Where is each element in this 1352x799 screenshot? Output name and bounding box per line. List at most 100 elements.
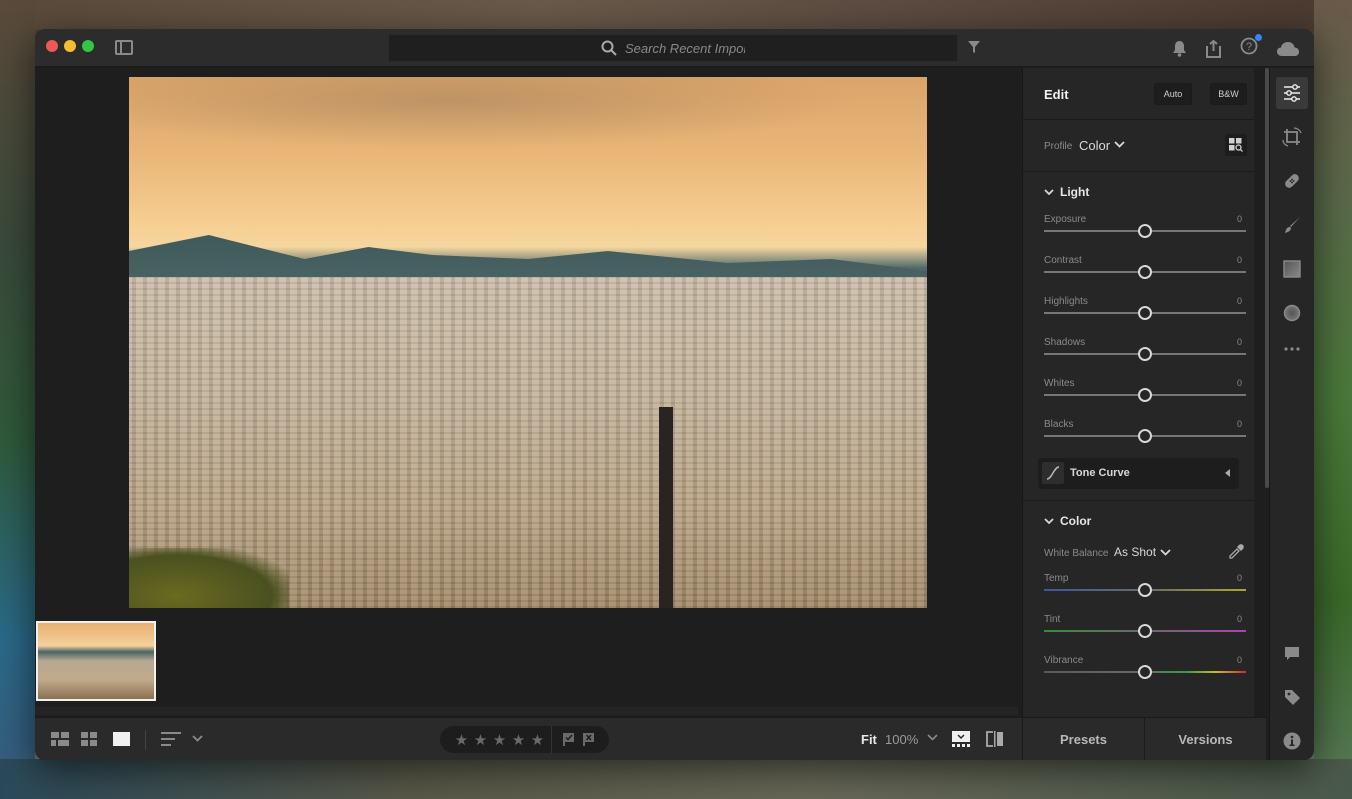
desktop-wallpaper-right (1314, 0, 1352, 799)
profile-browser-icon (1229, 138, 1243, 152)
square-grid-icon[interactable] (51, 732, 69, 746)
presets-tab[interactable]: Presets (1023, 718, 1144, 760)
slider-value[interactable]: 0 (1237, 614, 1242, 624)
slider-thumb[interactable] (1138, 388, 1152, 402)
top-right-toolbar: ? (1172, 34, 1300, 60)
star-1[interactable]: ★ (452, 731, 471, 749)
more-tools[interactable] (1276, 333, 1308, 365)
keywords-tool[interactable] (1276, 681, 1308, 713)
info-icon (1283, 732, 1301, 750)
sidebar-icon[interactable] (115, 40, 133, 55)
crop-icon (1282, 127, 1302, 147)
expand-arrow-icon (1225, 469, 1230, 477)
profile-row: Profile Color (1023, 120, 1254, 172)
pick-flag-icon[interactable] (558, 733, 578, 746)
star-3[interactable]: ★ (490, 731, 509, 749)
tone-curve-button[interactable]: Tone Curve (1038, 458, 1239, 489)
color-section-header[interactable]: Color (1023, 501, 1254, 541)
filmstrip (35, 619, 1022, 717)
share-icon[interactable] (1205, 39, 1222, 58)
slider-value[interactable]: 0 (1237, 573, 1242, 583)
profile-dropdown[interactable]: Color (1079, 138, 1110, 153)
compare-icon[interactable] (986, 731, 1004, 747)
bell-icon[interactable] (1172, 40, 1187, 57)
sort-icon[interactable] (161, 732, 181, 746)
slider-label: Highlights (1044, 296, 1088, 307)
slider-value[interactable]: 0 (1237, 419, 1242, 429)
filmstrip-icon[interactable] (952, 731, 970, 747)
star-4[interactable]: ★ (509, 731, 528, 749)
reject-flag-icon[interactable] (578, 733, 598, 746)
white-balance-label: White Balance (1044, 548, 1109, 559)
filmstrip-thumbnail[interactable] (36, 621, 156, 701)
slider-tint: Tint 0 (1023, 612, 1254, 653)
slider-label: Whites (1044, 378, 1075, 389)
light-sliders: Exposure 0 Contrast 0 Highlights 0 Shadows 0 Whi… (1023, 212, 1254, 458)
slider-value[interactable]: 0 (1237, 655, 1242, 665)
auto-button[interactable]: Auto (1154, 83, 1192, 105)
slider-value[interactable]: 0 (1237, 214, 1242, 224)
notification-dot (1255, 34, 1262, 41)
photo-trees (129, 548, 289, 608)
search-bar[interactable] (388, 34, 958, 62)
color-section-title: Color (1060, 514, 1092, 528)
slider-label: Contrast (1044, 255, 1082, 266)
slider-label: Tint (1044, 614, 1061, 625)
slider-value[interactable]: 0 (1237, 255, 1242, 265)
zoom-level[interactable]: 100% (885, 732, 918, 747)
close-button[interactable] (46, 40, 58, 52)
zoom-chevron-down-icon[interactable] (927, 734, 938, 741)
slider-thumb[interactable] (1138, 265, 1152, 279)
slider-label: Vibrance (1044, 655, 1084, 666)
chevron-down-icon (1044, 189, 1054, 195)
crop-tool[interactable] (1276, 121, 1308, 153)
slider-thumb[interactable] (1138, 347, 1152, 361)
filmstrip-scrollbar[interactable] (35, 707, 1018, 715)
desktop-wallpaper-bottom (0, 759, 1352, 799)
detail-view-icon[interactable] (113, 732, 130, 746)
edit-header: Edit Auto B&W (1023, 68, 1254, 120)
photo-grid-icon[interactable] (81, 732, 97, 746)
sort-chevron-down-icon[interactable] (192, 735, 203, 742)
chevron-down-icon[interactable] (1160, 549, 1171, 556)
bw-button[interactable]: B&W (1210, 83, 1247, 105)
slider-temp: Temp 0 (1023, 571, 1254, 612)
star-5[interactable]: ★ (528, 731, 547, 749)
profile-browser-button[interactable] (1225, 134, 1247, 156)
slider-thumb[interactable] (1138, 429, 1152, 443)
comments-tool[interactable] (1276, 637, 1308, 669)
slider-thumb[interactable] (1138, 624, 1152, 638)
versions-tab[interactable]: Versions (1144, 718, 1266, 760)
cloud-icon[interactable] (1276, 41, 1300, 57)
search-icon (601, 40, 617, 56)
minimize-button[interactable] (64, 40, 76, 52)
slider-value[interactable]: 0 (1237, 378, 1242, 388)
white-balance-dropdown[interactable]: As Shot (1114, 545, 1156, 559)
edit-tool[interactable] (1276, 77, 1308, 109)
slider-value[interactable]: 0 (1237, 296, 1242, 306)
comment-icon (1285, 646, 1299, 660)
main-photo[interactable] (129, 77, 927, 608)
info-tool[interactable] (1276, 725, 1308, 757)
light-section-header[interactable]: Light (1023, 172, 1254, 212)
svg-text:?: ? (1246, 41, 1252, 53)
photo-canvas (35, 68, 1022, 717)
slider-thumb[interactable] (1138, 306, 1152, 320)
slider-thumb[interactable] (1138, 583, 1152, 597)
zoom-button[interactable] (82, 40, 94, 52)
slider-value[interactable]: 0 (1237, 337, 1242, 347)
chevron-down-icon[interactable] (1114, 141, 1125, 148)
slider-highlights: Highlights 0 (1023, 294, 1254, 335)
star-2[interactable]: ★ (471, 731, 490, 749)
linear-gradient-tool[interactable] (1276, 253, 1308, 285)
slider-thumb[interactable] (1138, 224, 1152, 238)
slider-thumb[interactable] (1138, 665, 1152, 679)
eyedropper-icon[interactable] (1228, 544, 1244, 560)
fit-zoom-button[interactable]: Fit (861, 732, 877, 747)
help-button[interactable]: ? (1240, 34, 1262, 60)
healing-tool[interactable] (1276, 165, 1308, 197)
radial-gradient-tool[interactable] (1276, 297, 1308, 329)
filter-icon[interactable] (968, 41, 980, 53)
brush-tool[interactable] (1276, 209, 1308, 241)
search-input[interactable] (625, 40, 745, 56)
